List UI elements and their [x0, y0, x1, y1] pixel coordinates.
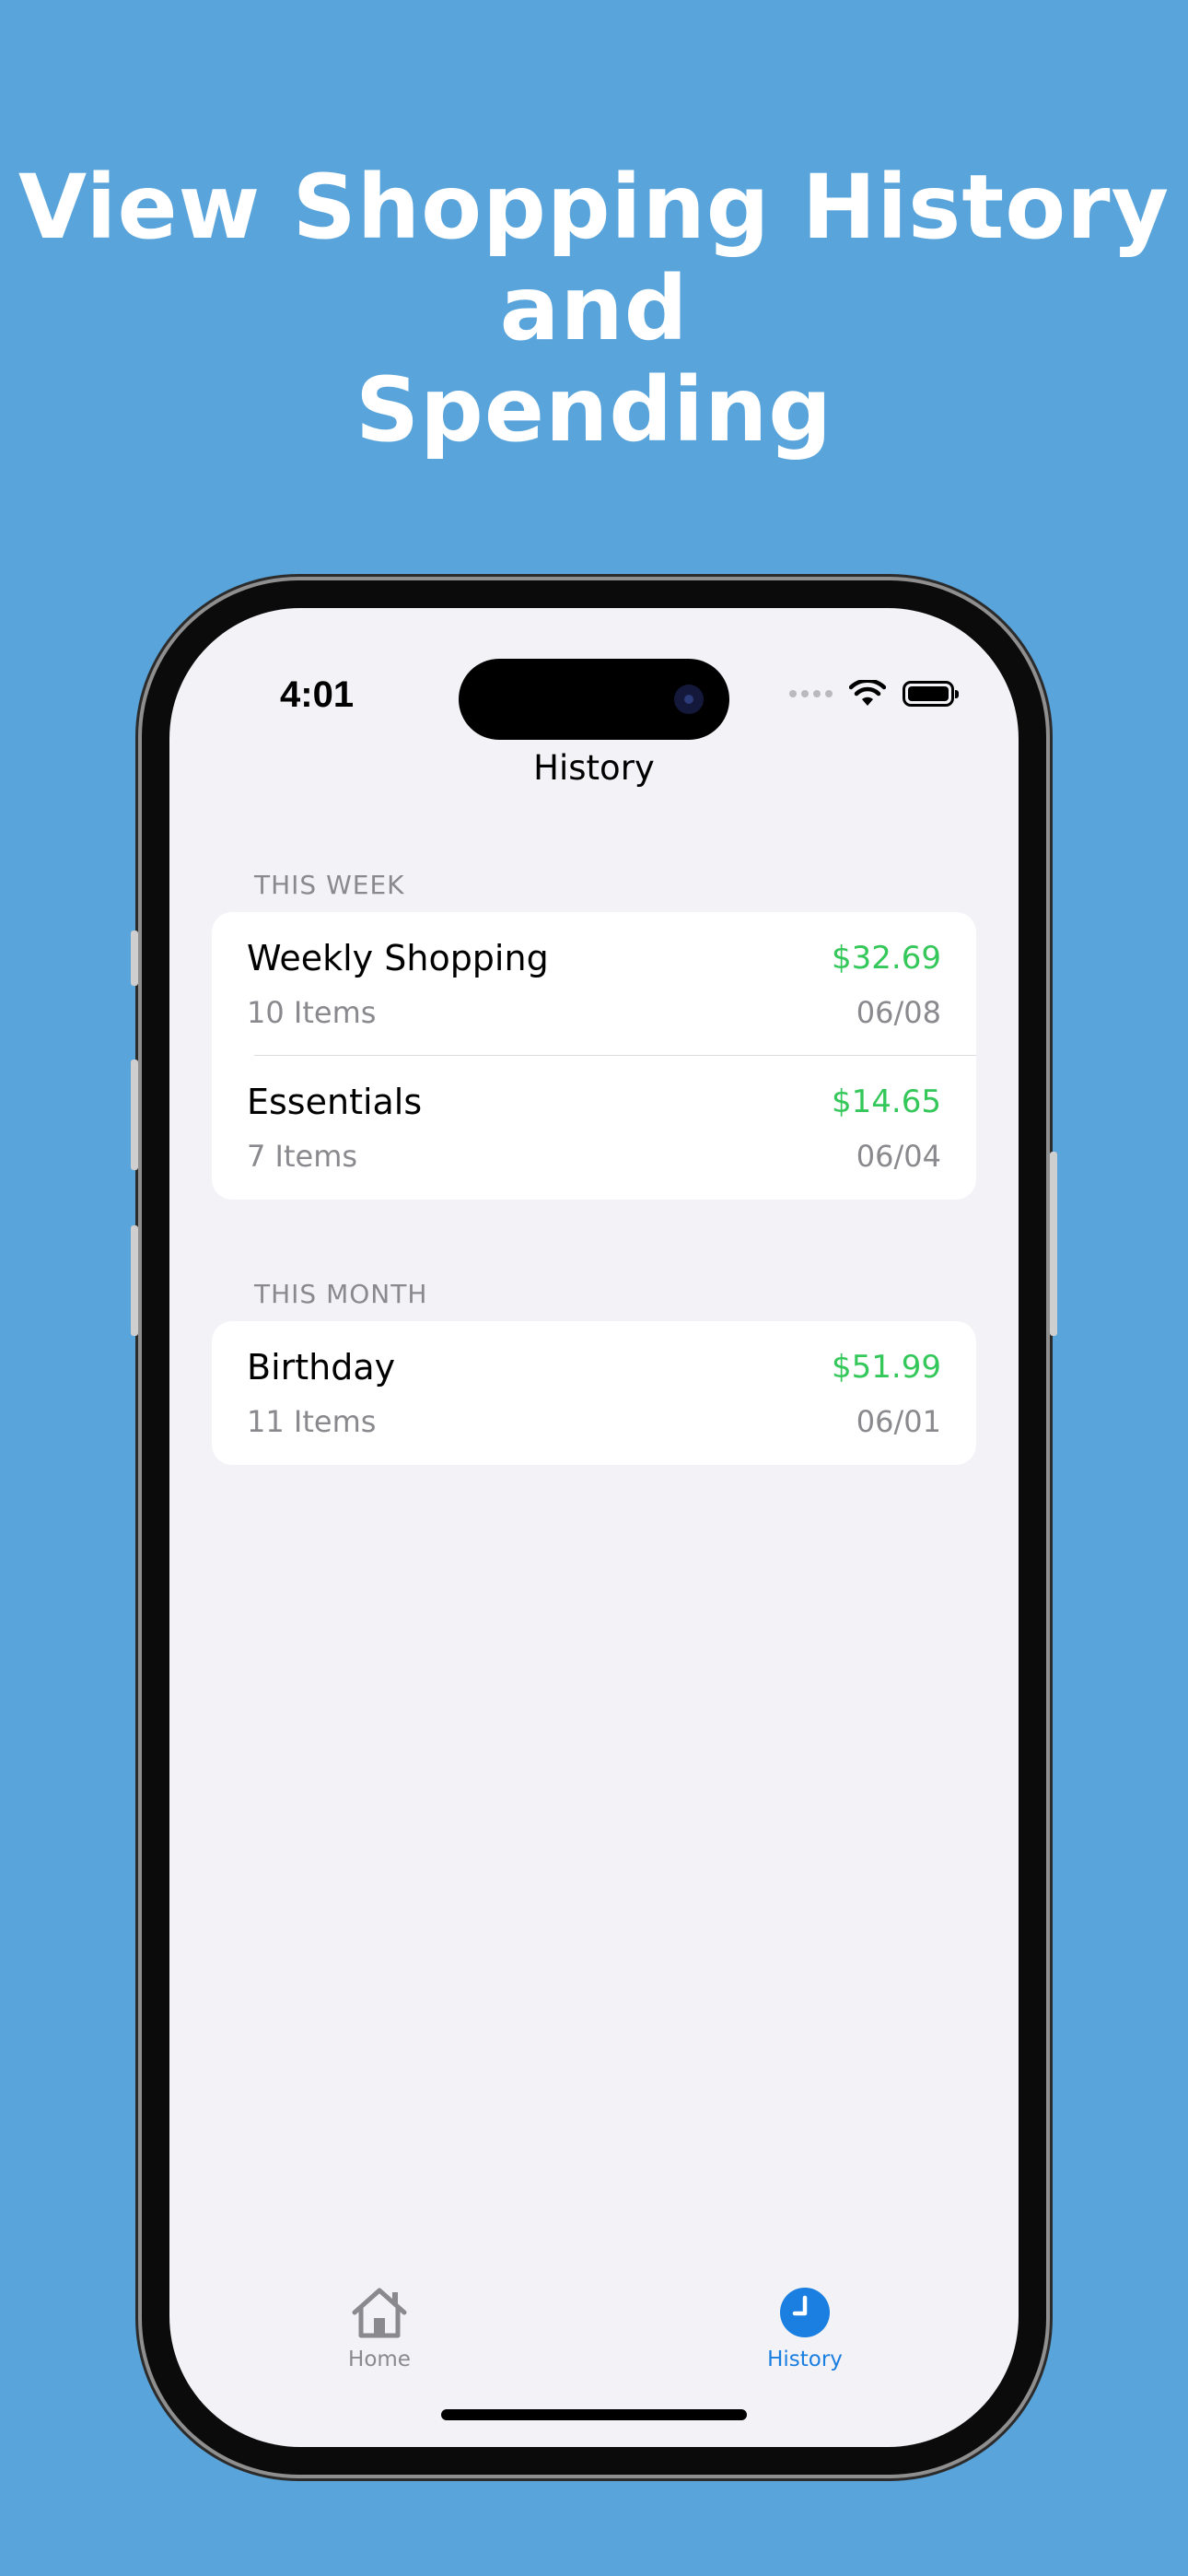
- history-row-item-count: 11 Items: [247, 1404, 377, 1439]
- history-row-amount: $14.65: [832, 1083, 941, 1120]
- history-card-this-month: Birthday $51.99 11 Items 06/01: [212, 1321, 976, 1465]
- clock-icon: [780, 2288, 830, 2337]
- history-row-name: Essentials: [247, 1082, 423, 1122]
- cellular-signal-icon: [789, 690, 833, 697]
- history-row[interactable]: Weekly Shopping $32.69 10 Items 06/08: [212, 912, 976, 1056]
- status-icons: [789, 680, 959, 708]
- history-row-item-count: 10 Items: [247, 995, 377, 1030]
- house-icon: [352, 2288, 407, 2338]
- power-button: [1050, 1152, 1057, 1336]
- section-header-this-week: THIS WEEK: [254, 870, 405, 900]
- volume-down-button: [131, 1225, 138, 1336]
- dynamic-island: [459, 659, 729, 740]
- wifi-icon: [849, 680, 886, 706]
- action-button: [131, 931, 138, 986]
- history-row-name: Birthday: [247, 1347, 396, 1388]
- history-row-name: Weekly Shopping: [247, 938, 549, 978]
- tab-history-label: History: [767, 2348, 843, 2371]
- history-row-date: 06/08: [856, 995, 941, 1030]
- app-screen: 4:01 History THIS WEEK Weekly Shopping $…: [169, 608, 1019, 2447]
- tab-bar: Home History: [169, 2285, 1019, 2386]
- history-card-this-week: Weekly Shopping $32.69 10 Items 06/08 Es…: [212, 912, 976, 1200]
- status-time: 4:01: [280, 674, 355, 715]
- volume-up-button: [131, 1060, 138, 1170]
- promo-headline-line-1: View Shopping History and: [17, 156, 1171, 360]
- promo-headline: View Shopping History and Spending: [0, 157, 1188, 461]
- home-indicator[interactable]: [441, 2409, 747, 2420]
- phone-frame: 4:01 History THIS WEEK Weekly Shopping $…: [131, 580, 1057, 2475]
- history-row-amount: $32.69: [832, 940, 941, 977]
- history-row-date: 06/01: [856, 1404, 941, 1439]
- history-row-date: 06/04: [856, 1139, 941, 1174]
- promo-headline-line-2: Spending: [355, 358, 833, 462]
- section-header-this-month: THIS MONTH: [254, 1279, 428, 1309]
- history-row[interactable]: Essentials $14.65 7 Items 06/04: [212, 1056, 976, 1200]
- history-row-amount: $51.99: [832, 1349, 941, 1386]
- history-row[interactable]: Birthday $51.99 11 Items 06/01: [212, 1321, 976, 1465]
- tab-home-label: Home: [348, 2348, 411, 2371]
- page-title: History: [533, 748, 655, 788]
- history-row-item-count: 7 Items: [247, 1139, 358, 1174]
- tab-home[interactable]: Home: [269, 2285, 490, 2371]
- battery-icon: [903, 681, 959, 707]
- camera-icon: [674, 685, 704, 714]
- tab-history[interactable]: History: [694, 2285, 915, 2371]
